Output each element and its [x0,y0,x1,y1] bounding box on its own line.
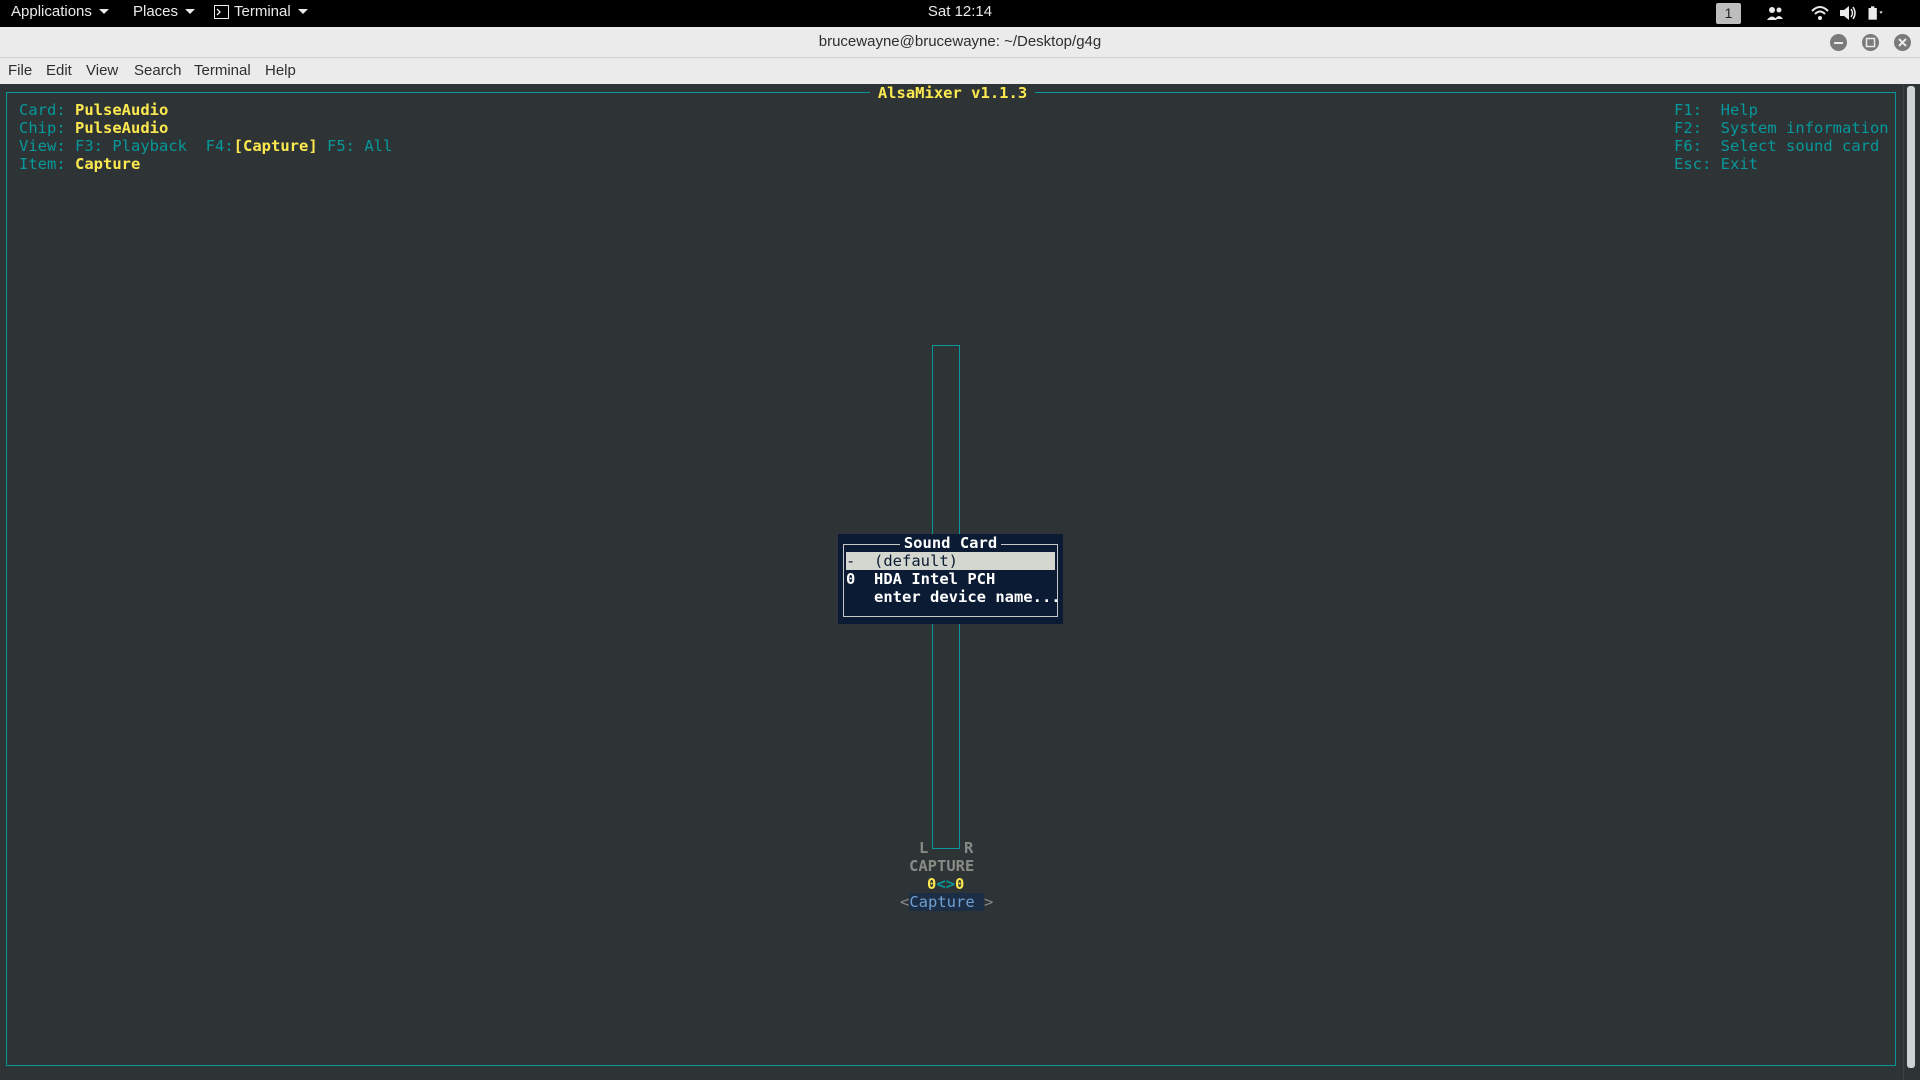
maximize-icon [1865,37,1876,48]
alsamixer-title: AlsaMixer v1.1.3 [0,84,1905,102]
close-button[interactable] [1894,34,1911,51]
sound-card-dialog: Sound Card - (default) 0 HDA Intel PCH e… [838,534,1063,624]
window-titlebar[interactable]: brucewayne@brucewayne: ~/Desktop/g4g [0,27,1920,58]
capture-switch-open: < [900,893,910,911]
help-text: Select sound card [1720,137,1880,155]
view-playback[interactable]: F3: Playback [75,137,187,155]
workspace-indicator[interactable]: 1 [1716,3,1741,24]
menu-edit[interactable]: Edit [46,62,72,79]
help-key: Esc: [1674,155,1712,173]
volume-readout: 0<>0 [927,875,964,893]
channel-link: <> [936,875,956,893]
menu-help[interactable]: Help [265,62,296,79]
option-label: (default) [874,552,959,570]
sound-card-option[interactable]: 0 HDA Intel PCH [846,570,1055,588]
menu-bar: File Edit View Search Terminal Help [0,58,1920,84]
right-volume-value: 0 [955,875,965,893]
menu-view[interactable]: View [86,62,118,79]
card-value: PulseAudio [75,101,169,119]
terminal-scrollbar[interactable] [1903,84,1920,1080]
menu-search[interactable]: Search [134,62,182,79]
people-icon[interactable] [1765,4,1785,22]
capture-switch-close: > [984,893,994,911]
help-text: Exit [1720,155,1758,173]
dialog-title-text: Sound Card [899,534,1002,552]
view-capture[interactable]: [Capture] [234,137,318,155]
window-title: brucewayne@brucewayne: ~/Desktop/g4g [818,33,1102,50]
view-capture-key: F4: [205,137,234,155]
help-key: F2: [1674,119,1702,137]
help-text: System information [1720,119,1889,137]
card-line: Card: PulseAudio [19,101,168,119]
minimize-icon [1834,42,1843,44]
option-index: 0 [846,570,856,588]
channel-left-marker: L [919,839,929,857]
channel-right-marker: R [964,839,974,857]
help-key: F6: [1674,137,1702,155]
chip-value: PulseAudio [75,119,169,137]
control-name: CAPTURE [909,857,975,875]
item-label: Item: [19,155,66,173]
maximize-button[interactable] [1862,34,1879,51]
menu-file[interactable]: File [8,62,32,79]
terminal-area[interactable]: AlsaMixer v1.1.3 Card: PulseAudio Chip: … [0,84,1920,1080]
minimize-button[interactable] [1830,34,1847,51]
help-esc: Esc: Exit [1674,155,1758,173]
view-all[interactable]: F5: All [327,137,392,155]
volume-icon[interactable] [1838,4,1858,22]
help-f1: F1: Help [1674,101,1758,119]
help-text: Help [1720,101,1758,119]
menu-terminal[interactable]: Terminal [194,62,251,79]
chip-line: Chip: PulseAudio [19,119,168,137]
scrollbar-thumb[interactable] [1907,86,1915,1068]
item-line: Item: Capture [19,155,140,173]
option-index: - [846,552,856,570]
item-value: Capture [75,155,141,173]
help-f2: F2: System information [1674,119,1889,137]
clock[interactable]: Sat 12:14 [0,3,1920,20]
clock-text: Sat 12:14 [927,3,993,20]
sound-card-option[interactable]: - (default) [846,552,1055,570]
view-label: View: [19,137,66,155]
card-label: Card: [19,101,66,119]
alsamixer-title-text: AlsaMixer v1.1.3 [869,84,1036,102]
left-volume-value: 0 [927,875,937,893]
top-panel: Applications Places Terminal Sat 12:14 1 [0,0,1920,27]
option-label: HDA Intel PCH [874,570,996,588]
chip-label: Chip: [19,119,66,137]
help-key: F1: [1674,101,1702,119]
view-line: View: F3: Playback F4:[Capture] F5: All [19,137,392,155]
option-label: enter device name... [874,588,1061,606]
help-f6: F6: Select sound card [1674,137,1879,155]
wifi-icon[interactable] [1810,4,1830,22]
dialog-title: Sound Card [838,534,1063,552]
capture-switch-label: Capture [909,893,975,911]
sound-card-option[interactable]: enter device name... [846,588,1061,606]
close-icon [1898,38,1907,47]
battery-icon[interactable] [1866,4,1886,22]
capture-switch[interactable]: <Capture > [900,893,993,911]
